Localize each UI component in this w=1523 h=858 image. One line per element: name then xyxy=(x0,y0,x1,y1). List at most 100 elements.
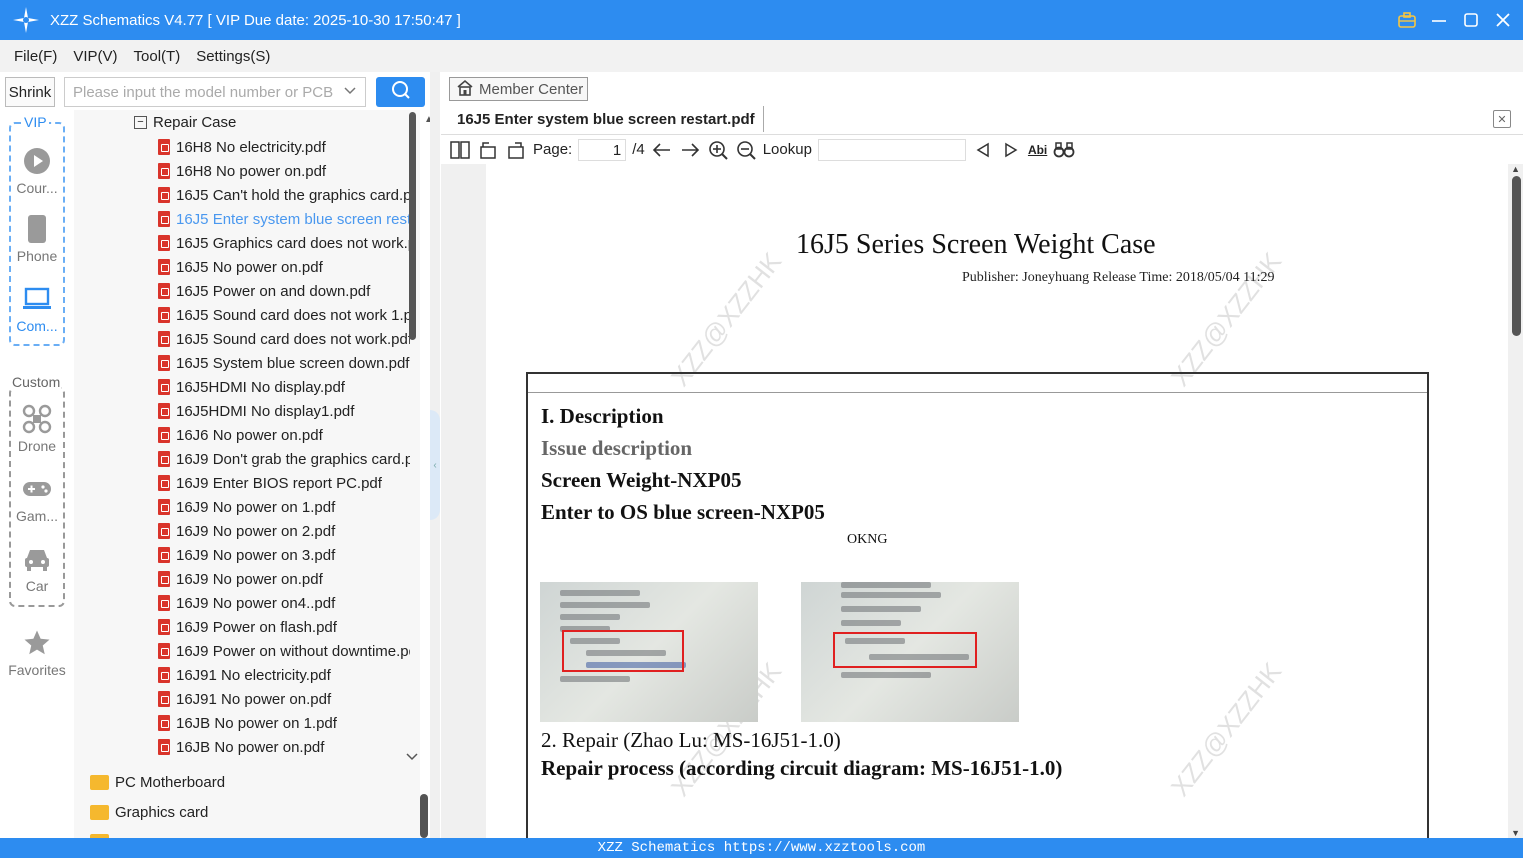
search-button[interactable] xyxy=(376,77,425,107)
tree-item-label: 16J9 Power on flash.pdf xyxy=(176,618,337,636)
binoculars-icon[interactable] xyxy=(1053,139,1075,161)
rail-item-courses[interactable]: Cour... xyxy=(5,146,69,196)
viewer-scrollbar[interactable] xyxy=(1512,176,1521,336)
tree-item[interactable]: 16J9 No power on 1.pdf xyxy=(158,495,410,519)
rail-item-phone[interactable]: Phone xyxy=(5,214,69,264)
issue-line-b: Enter to OS blue screen-NXP05 xyxy=(541,500,825,524)
tree-item[interactable]: 16J5 Sound card does not work.pdf xyxy=(158,327,410,351)
scroll-up-icon[interactable]: ▲ xyxy=(1511,164,1520,174)
scroll-down-icon[interactable]: ▼ xyxy=(1511,828,1520,838)
pdf-file-icon xyxy=(158,547,170,563)
tree-item[interactable]: 16J5 Power on and down.pdf xyxy=(158,279,410,303)
tree-item[interactable]: 16J91 No power on.pdf xyxy=(158,687,410,711)
tree-item[interactable]: 16H8 No electricity.pdf xyxy=(158,135,410,159)
collapse-handle[interactable]: ‹ xyxy=(430,410,440,520)
tree-item[interactable]: 16J5 Can't hold the graphics card.pdf xyxy=(158,183,410,207)
find-next-icon[interactable] xyxy=(1000,139,1022,161)
lookup-input[interactable] xyxy=(817,138,966,161)
folder-graphics-card[interactable]: Graphics card xyxy=(90,804,208,821)
tree-item[interactable]: 16J9 No power on4..pdf xyxy=(158,591,410,615)
tree-item-label: 16J91 No power on.pdf xyxy=(176,690,332,708)
title-bar: XZZ Schematics V4.77 [ VIP Due date: 202… xyxy=(0,0,1523,40)
rail-item-game[interactable]: Gam... xyxy=(5,474,69,524)
rail-label: Gam... xyxy=(15,508,58,524)
tree-item[interactable]: 16H8 No power on.pdf xyxy=(158,159,410,183)
chevron-down-icon[interactable] xyxy=(343,83,357,101)
tree-scrollbar[interactable] xyxy=(409,112,416,340)
member-center-button[interactable]: Member Center xyxy=(449,77,588,101)
tree-item[interactable]: 16JB No power on.pdf xyxy=(158,735,410,759)
lookup-label: Lookup xyxy=(762,141,812,158)
zoom-in-icon[interactable] xyxy=(707,139,729,161)
tree-item[interactable]: 16J91 No electricity.pdf xyxy=(158,663,410,687)
issue-line-a: Screen Weight-NXP05 xyxy=(541,468,742,492)
prev-page-icon[interactable] xyxy=(651,139,673,161)
menu-vip[interactable]: VIP(V) xyxy=(69,48,121,65)
rail-item-favorites[interactable]: Favorites xyxy=(5,628,69,678)
tree-item[interactable]: 16J5HDMI No display1.pdf xyxy=(158,399,410,423)
find-prev-icon[interactable] xyxy=(972,139,994,161)
tree-item[interactable]: 16J9 No power on 3.pdf xyxy=(158,543,410,567)
rail-item-car[interactable]: Car xyxy=(5,544,69,594)
tree-item-label: 16J5HDMI No display1.pdf xyxy=(176,402,355,420)
zoom-out-icon[interactable] xyxy=(735,139,757,161)
collapse-icon[interactable]: − xyxy=(134,116,147,129)
two-page-icon[interactable] xyxy=(449,139,471,161)
rail-item-drone[interactable]: Drone xyxy=(5,404,69,454)
pdf-file-icon xyxy=(158,667,170,683)
tree-item[interactable]: 16J5 Sound card does not work 1.pdf xyxy=(158,303,410,327)
next-page-icon[interactable] xyxy=(679,139,701,161)
tree-item[interactable]: 16J5 Enter system blue screen restart.pd… xyxy=(158,207,410,231)
tree-root-repair-case[interactable]: − Repair Case xyxy=(134,114,236,131)
match-case-icon[interactable]: Abi xyxy=(1028,143,1047,157)
rail-item-computer[interactable]: Com... xyxy=(5,284,69,334)
pdf-file-icon xyxy=(158,187,170,203)
tree-item-label: 16J9 Power on without downtime.pdf xyxy=(176,642,410,660)
menu-settings[interactable]: Settings(S) xyxy=(192,48,274,65)
tree-item-label: 16J5 System blue screen down.pdf xyxy=(176,354,410,372)
star-icon xyxy=(22,628,52,658)
tree-item[interactable]: 16J5 No power on.pdf xyxy=(158,255,410,279)
close-tab-icon[interactable]: ✕ xyxy=(1493,110,1511,128)
folders-scrollbar[interactable] xyxy=(420,794,428,838)
document-tab[interactable]: 16J5 Enter system blue screen restart.pd… xyxy=(449,106,764,132)
tree-item[interactable]: 16J6 No power on.pdf xyxy=(158,423,410,447)
tree-item[interactable]: 16J9 Enter BIOS report PC.pdf xyxy=(158,471,410,495)
maximize-icon[interactable] xyxy=(1461,10,1481,30)
tree-item[interactable]: 16J9 No power on.pdf xyxy=(158,567,410,591)
tree-item[interactable]: 16J9 No power on 2.pdf xyxy=(158,519,410,543)
tree-item[interactable]: 16J5 System blue screen down.pdf xyxy=(158,351,410,375)
pdf-toolbar: Page: 1 /4 Lookup Abi xyxy=(441,134,1523,164)
close-icon[interactable] xyxy=(1493,10,1513,30)
tree-item[interactable]: 16J5HDMI No display.pdf xyxy=(158,375,410,399)
tree-item-label: 16J5 Can't hold the graphics card.pdf xyxy=(176,186,410,204)
drone-icon xyxy=(22,404,52,434)
tree-item[interactable]: 16JB No power on 1.pdf xyxy=(158,711,410,735)
tree-item-label: 16J5HDMI No display.pdf xyxy=(176,378,345,396)
rotate-left-icon[interactable] xyxy=(477,139,499,161)
pdf-file-icon xyxy=(158,523,170,539)
pdf-file-icon xyxy=(158,451,170,467)
pdf-file-icon xyxy=(158,403,170,419)
tree-item[interactable]: 16J9 Don't grab the graphics card.pdf xyxy=(158,447,410,471)
tree-item[interactable]: 16J9 Power on without downtime.pdf xyxy=(158,639,410,663)
member-center-label: Member Center xyxy=(479,80,584,98)
briefcase-icon[interactable] xyxy=(1397,10,1417,30)
menu-tool[interactable]: Tool(T) xyxy=(130,48,185,65)
category-rail: VIP Cour... Phone Com... Custom Drone Ga… xyxy=(0,110,74,838)
page-number-input[interactable]: 1 xyxy=(578,138,627,161)
rotate-right-icon[interactable] xyxy=(505,139,527,161)
tree-item[interactable]: 16J9 Power on flash.pdf xyxy=(158,615,410,639)
document-viewer[interactable]: XZZ@XZZHK XZZ@XZZHK XZZ@XZZHK XZZ@XZZHK … xyxy=(441,164,1523,838)
tree-item-label: 16J9 Enter BIOS report PC.pdf xyxy=(176,474,382,492)
search-input[interactable]: Please input the model number or PCB xyxy=(64,77,366,107)
scroll-down-icon[interactable] xyxy=(406,752,418,765)
car-icon xyxy=(22,544,52,574)
minimize-icon[interactable] xyxy=(1429,10,1449,30)
pdf-file-icon xyxy=(158,331,170,347)
pdf-file-icon xyxy=(158,427,170,443)
menu-file[interactable]: File(F) xyxy=(10,48,61,65)
folder-pc-motherboard[interactable]: PC Motherboard xyxy=(90,774,225,791)
shrink-button[interactable]: Shrink xyxy=(5,77,55,107)
tree-item[interactable]: 16J5 Graphics card does not work.pdf xyxy=(158,231,410,255)
